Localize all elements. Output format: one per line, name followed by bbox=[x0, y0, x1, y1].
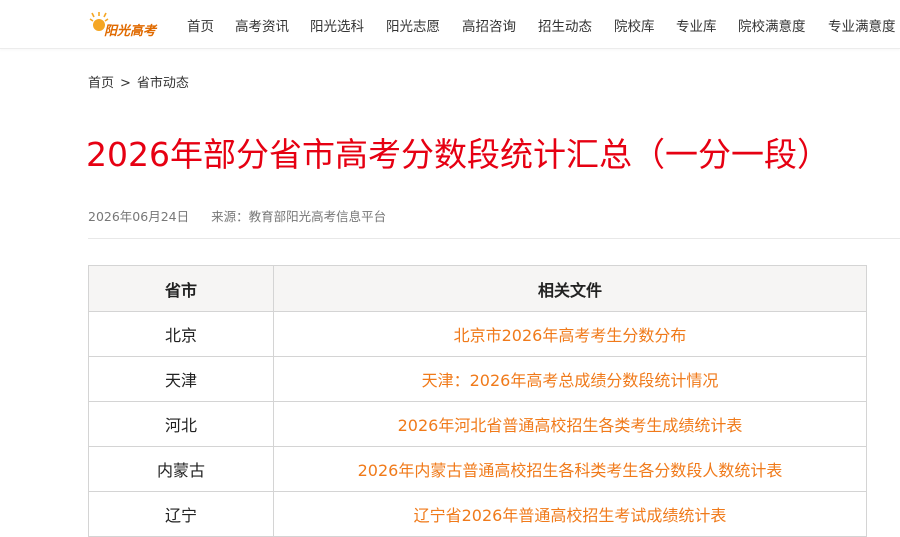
article-meta: 2026年06月24日 来源：教育部阳光高考信息平台 bbox=[88, 206, 386, 225]
table-row: 河北 2026年河北省普通高校招生各类考生成绩统计表 bbox=[88, 401, 867, 447]
province-cell: 辽宁 bbox=[88, 491, 274, 537]
nav-item-major-satisfaction[interactable]: 专业满意度 bbox=[828, 15, 896, 35]
score-distribution-table: 省市 相关文件 北京 北京市2026年高考考生分数分布 天津 天津：2026年高… bbox=[88, 265, 867, 537]
table-row: 天津 天津：2026年高考总成绩分数段统计情况 bbox=[88, 356, 867, 402]
meta-divider bbox=[88, 238, 900, 239]
province-cell: 北京 bbox=[88, 311, 274, 357]
file-link[interactable]: 天津：2026年高考总成绩分数段统计情况 bbox=[422, 371, 719, 390]
article-date: 2026年06月24日 bbox=[88, 209, 190, 224]
file-cell: 北京市2026年高考考生分数分布 bbox=[273, 311, 867, 357]
nav-item-major-library[interactable]: 专业库 bbox=[676, 15, 717, 35]
file-cell: 2026年内蒙古普通高校招生各科类考生各分数段人数统计表 bbox=[273, 446, 867, 492]
table-row: 辽宁 辽宁省2026年普通高校招生考试成绩统计表 bbox=[88, 491, 867, 537]
table-header-row: 省市 相关文件 bbox=[88, 265, 867, 312]
province-cell: 内蒙古 bbox=[88, 446, 274, 492]
nav-item-school-library[interactable]: 院校库 bbox=[614, 15, 655, 35]
file-link[interactable]: 辽宁省2026年普通高校招生考试成绩统计表 bbox=[414, 506, 727, 525]
main-nav: 首页 高考资讯 阳光选科 阳光志愿 高招咨询 招生动态 院校库 专业库 院校满意… bbox=[0, 0, 900, 48]
nav-item-admission-news[interactable]: 招生动态 bbox=[538, 15, 592, 35]
article-title: 2026年部分省市高考分数段统计汇总（一分一段） bbox=[86, 135, 830, 174]
file-cell: 天津：2026年高考总成绩分数段统计情况 bbox=[273, 356, 867, 402]
province-cell: 天津 bbox=[88, 356, 274, 402]
article-source: 来源：教育部阳光高考信息平台 bbox=[211, 209, 387, 224]
province-cell: 河北 bbox=[88, 401, 274, 447]
file-link[interactable]: 2026年内蒙古普通高校招生各科类考生各分数段人数统计表 bbox=[358, 461, 783, 480]
column-header-file: 相关文件 bbox=[273, 265, 867, 312]
breadcrumb-home[interactable]: 首页 bbox=[88, 76, 114, 91]
top-navigation-bar: 阳光高考 首页 高考资讯 阳光选科 阳光志愿 高招咨询 招生动态 院校库 专业库… bbox=[0, 0, 900, 49]
nav-item-volunteer[interactable]: 阳光志愿 bbox=[386, 15, 440, 35]
nav-item-consulting[interactable]: 高招咨询 bbox=[462, 15, 516, 35]
nav-item-news[interactable]: 高考资讯 bbox=[235, 15, 289, 35]
table-row: 北京 北京市2026年高考考生分数分布 bbox=[88, 311, 867, 357]
table-row: 内蒙古 2026年内蒙古普通高校招生各科类考生各分数段人数统计表 bbox=[88, 446, 867, 492]
column-header-province: 省市 bbox=[88, 265, 274, 312]
nav-item-subject-selection[interactable]: 阳光选科 bbox=[310, 15, 364, 35]
breadcrumb-current[interactable]: 省市动态 bbox=[137, 76, 189, 91]
file-link[interactable]: 北京市2026年高考考生分数分布 bbox=[454, 326, 687, 345]
file-link[interactable]: 2026年河北省普通高校招生各类考生成绩统计表 bbox=[398, 416, 743, 435]
nav-item-home[interactable]: 首页 bbox=[187, 15, 214, 35]
file-cell: 辽宁省2026年普通高校招生考试成绩统计表 bbox=[273, 491, 867, 537]
breadcrumb: 首页 > 省市动态 bbox=[88, 72, 189, 91]
file-cell: 2026年河北省普通高校招生各类考生成绩统计表 bbox=[273, 401, 867, 447]
nav-item-school-satisfaction[interactable]: 院校满意度 bbox=[738, 15, 806, 35]
breadcrumb-separator: > bbox=[120, 76, 131, 91]
